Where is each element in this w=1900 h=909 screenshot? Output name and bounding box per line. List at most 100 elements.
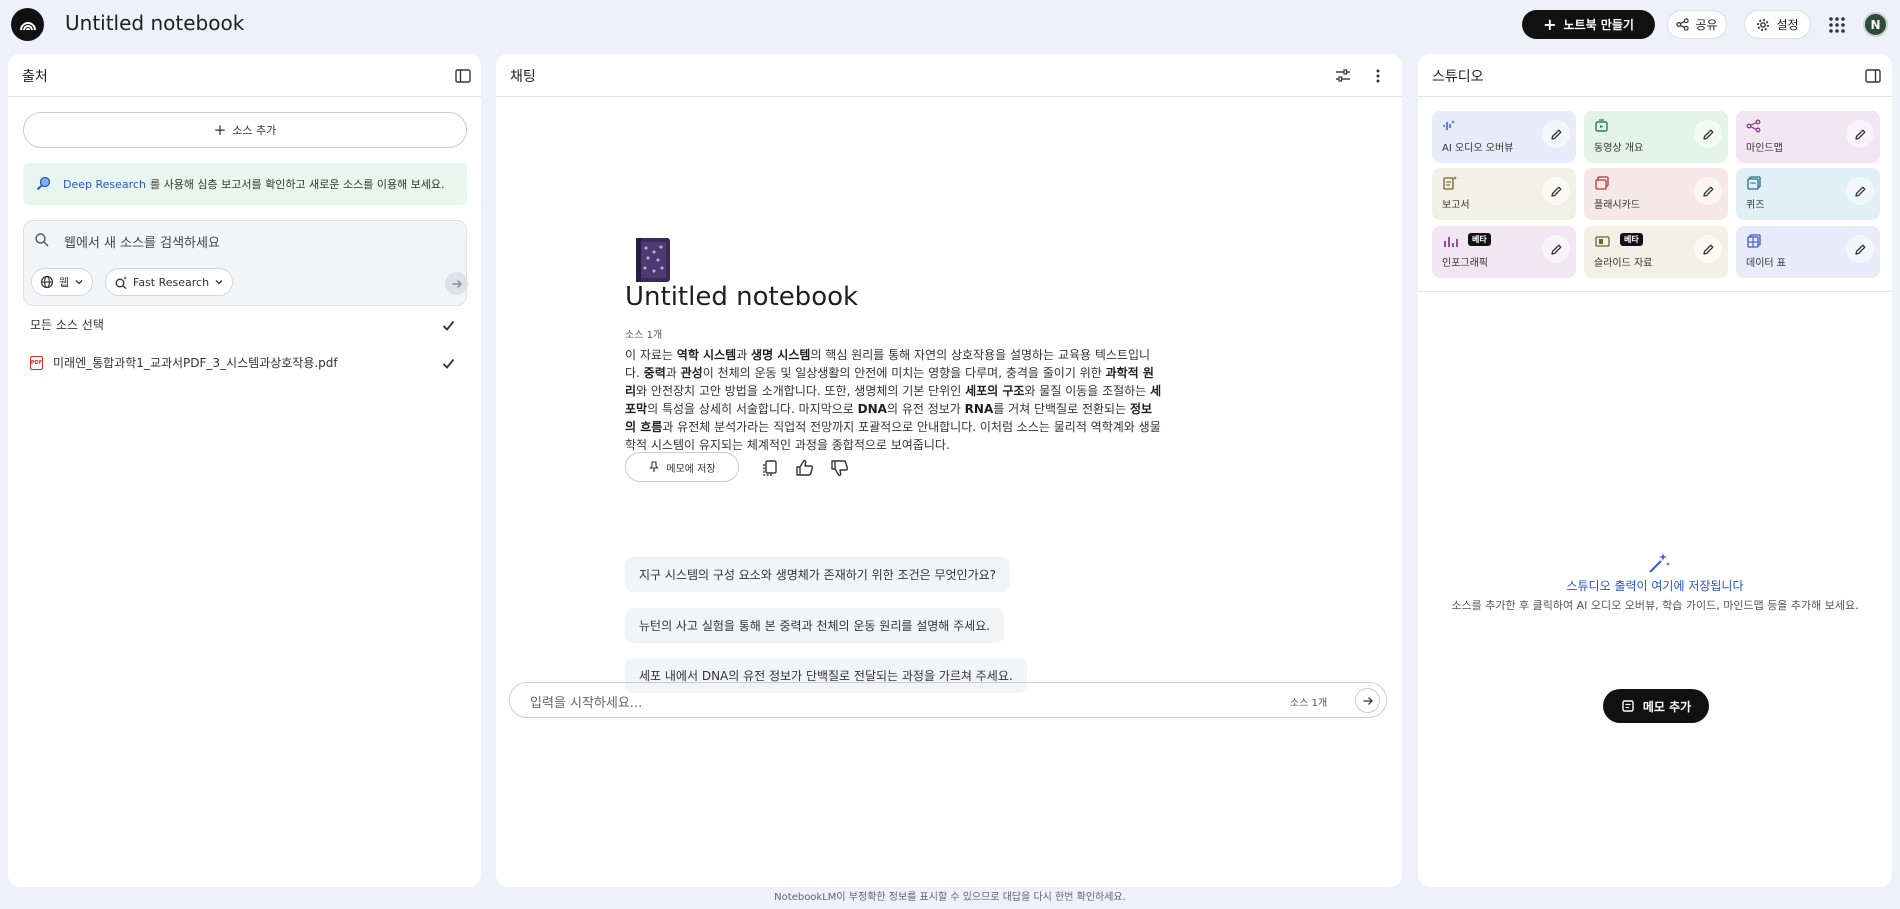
studio-empty-title: 스튜디오 출력이 여기에 저장됩니다 (1566, 579, 1744, 593)
audio-icon (1443, 120, 1455, 130)
collapse-panel-icon[interactable] (1864, 67, 1882, 85)
research-mode-dropdown[interactable]: Fast Research (105, 268, 234, 296)
chat-input[interactable]: 입력을 시작하세요... (530, 692, 642, 711)
studio-tile[interactable]: 동영상 개요 (1584, 111, 1728, 163)
save-to-memo-label: 메모에 저장 (666, 463, 716, 475)
edit-button[interactable] (1542, 177, 1570, 205)
select-all-label: 모든 소스 선택 (30, 318, 104, 332)
create-notebook-button[interactable]: + 노트북 만들기 (1522, 10, 1655, 39)
create-notebook-label: 노트북 만들기 (1563, 18, 1634, 32)
tune-icon[interactable] (1334, 67, 1352, 85)
edit-button[interactable] (1694, 235, 1722, 263)
notebook-title[interactable]: Untitled notebook (65, 11, 244, 35)
deep-research-banner[interactable]: Deep Research 를 사용해 심층 보고서를 확인하고 새로운 소스를… (23, 163, 467, 205)
share-icon (1676, 18, 1690, 31)
more-vert-icon[interactable] (1369, 67, 1387, 85)
source-item[interactable]: PDF 미래엔_통합과학1_교과서PDF_3_시스템과상호작용.pdf (30, 354, 338, 371)
pencil-icon (1550, 186, 1561, 197)
copy-icon[interactable] (760, 458, 780, 478)
studio-tile-label: 퀴즈 (1746, 200, 1765, 211)
web-source-dropdown[interactable]: 웹 (31, 268, 94, 296)
edit-button[interactable] (1846, 177, 1874, 205)
pencil-icon (1550, 129, 1561, 140)
studio-tile-label: AI 오디오 오버뷰 (1442, 143, 1514, 154)
note-icon (1622, 700, 1634, 712)
search-icon (35, 233, 49, 247)
add-source-button[interactable]: + 소스 추가 (23, 112, 467, 148)
studio-tile[interactable]: 데이터 표 (1736, 226, 1880, 278)
source-item-checkbox[interactable] (440, 355, 457, 372)
save-to-memo-button[interactable]: 메모에 저장 (625, 452, 739, 482)
quiz-icon (1747, 176, 1761, 190)
edit-button[interactable] (1694, 177, 1722, 205)
search-submit-button[interactable] (445, 272, 468, 295)
chat-input-source-count: 소스 1개 (1290, 698, 1328, 709)
plus-icon: + (213, 121, 227, 139)
add-memo-button[interactable]: 메모 추가 (1603, 689, 1709, 723)
avatar[interactable]: N (1863, 12, 1888, 37)
slides-icon (1595, 236, 1610, 247)
studio-tile[interactable]: 베타 인포그래픽 (1432, 226, 1576, 278)
apps-grid-icon[interactable] (1828, 16, 1846, 34)
studio-tile[interactable]: 플래시카드 (1584, 168, 1728, 220)
disclaimer-footer: NotebookLM이 부정확한 정보를 표시할 수 있으므로 대답을 다시 한… (774, 892, 1126, 903)
search-input[interactable]: 웹에서 새 소스를 검색하세요 (64, 232, 220, 251)
studio-tile-label: 데이터 표 (1746, 258, 1786, 269)
beta-badge: 베타 (1620, 233, 1643, 246)
pencil-icon (1854, 244, 1865, 255)
collapse-panel-icon[interactable] (454, 67, 472, 85)
suggested-question[interactable]: 뉴턴의 사고 실험을 통해 본 중력과 천체의 운동 원리를 설명해 주세요. (625, 608, 1005, 643)
studio-tile[interactable]: AI 오디오 오버뷰 (1432, 111, 1576, 163)
pencil-icon (1702, 244, 1713, 255)
notebook-emoji-icon (636, 238, 670, 282)
chat-panel-title: 채팅 (510, 69, 536, 85)
edit-button[interactable] (1542, 235, 1570, 263)
chat-input-box[interactable]: 입력을 시작하세요... 소스 1개 (509, 682, 1387, 718)
studio-tile[interactable]: 퀴즈 (1736, 168, 1880, 220)
studio-tile[interactable]: 마인드맵 (1736, 111, 1880, 163)
share-button[interactable]: 공유 (1667, 10, 1727, 39)
notebooklm-logo[interactable] (11, 8, 44, 41)
mindmap-icon (1746, 119, 1761, 133)
source-item-name: 미래엔_통합과학1_교과서PDF_3_시스템과상호작용.pdf (53, 356, 338, 370)
table-icon (1747, 234, 1761, 248)
arrow-right-icon (452, 279, 462, 288)
edit-button[interactable] (1694, 120, 1722, 148)
sources-panel-title: 출처 (22, 69, 48, 85)
suggested-question[interactable]: 지구 시스템의 구성 요소와 생명체가 존재하기 위한 조건은 무엇인가요? (625, 557, 1011, 592)
studio-tile[interactable]: 베타 슬라이드 자료 (1584, 226, 1728, 278)
studio-tile-label: 마인드맵 (1746, 143, 1783, 154)
infographic-icon (1444, 237, 1458, 247)
chat-panel-header: 채팅 (496, 54, 1402, 97)
edit-button[interactable] (1846, 120, 1874, 148)
edit-button[interactable] (1542, 120, 1570, 148)
studio-tile[interactable]: 보고서 (1432, 168, 1576, 220)
studio-tile-label: 동영상 개요 (1594, 143, 1644, 154)
chat-notebook-title: Untitled notebook (625, 282, 859, 312)
select-all-checkbox[interactable] (440, 317, 457, 334)
pin-icon (649, 461, 660, 472)
studio-panel-title: 스튜디오 (1432, 69, 1484, 85)
check-icon (442, 358, 455, 369)
studio-tile-label: 플래시카드 (1594, 200, 1640, 211)
sparkle-search-icon (115, 276, 127, 289)
pdf-icon: PDF (30, 355, 43, 370)
web-source-search: 웹에서 새 소스를 검색하세요 웹 Fast Research (23, 220, 468, 306)
video-icon (1595, 119, 1608, 132)
magic-wand-icon (1649, 553, 1670, 573)
research-chip-label: Fast Research (133, 275, 210, 289)
check-icon (442, 320, 455, 331)
send-button[interactable] (1355, 688, 1380, 713)
top-bar: Untitled notebook + 노트북 만들기 공유 설정 N (0, 0, 1900, 50)
studio-tile-label: 인포그래픽 (1442, 258, 1488, 269)
studio-panel: 스튜디오 AI 오디오 오버뷰 동영상 개요 마인드맵 보고서 플래시카드 퀴즈 베타 인포그… (1418, 54, 1892, 887)
settings-button[interactable]: 설정 (1744, 10, 1811, 39)
chat-panel: 채팅 Untitled notebook 소스 1개 이 자료는 역학 시스템과… (496, 54, 1402, 887)
edit-button[interactable] (1846, 235, 1874, 263)
studio-empty-description: 소스를 추가한 후 클릭하여 AI 오디오 오버뷰, 학습 가이드, 마인드맵 … (1451, 599, 1859, 612)
deep-research-text: 를 사용해 심층 보고서를 확인하고 새로운 소스를 이용해 보세요. (149, 178, 445, 191)
thumbs-up-icon[interactable] (795, 458, 815, 478)
share-label: 공유 (1695, 18, 1718, 32)
deep-research-link[interactable]: Deep Research (63, 178, 146, 191)
thumbs-down-icon[interactable] (830, 458, 850, 478)
